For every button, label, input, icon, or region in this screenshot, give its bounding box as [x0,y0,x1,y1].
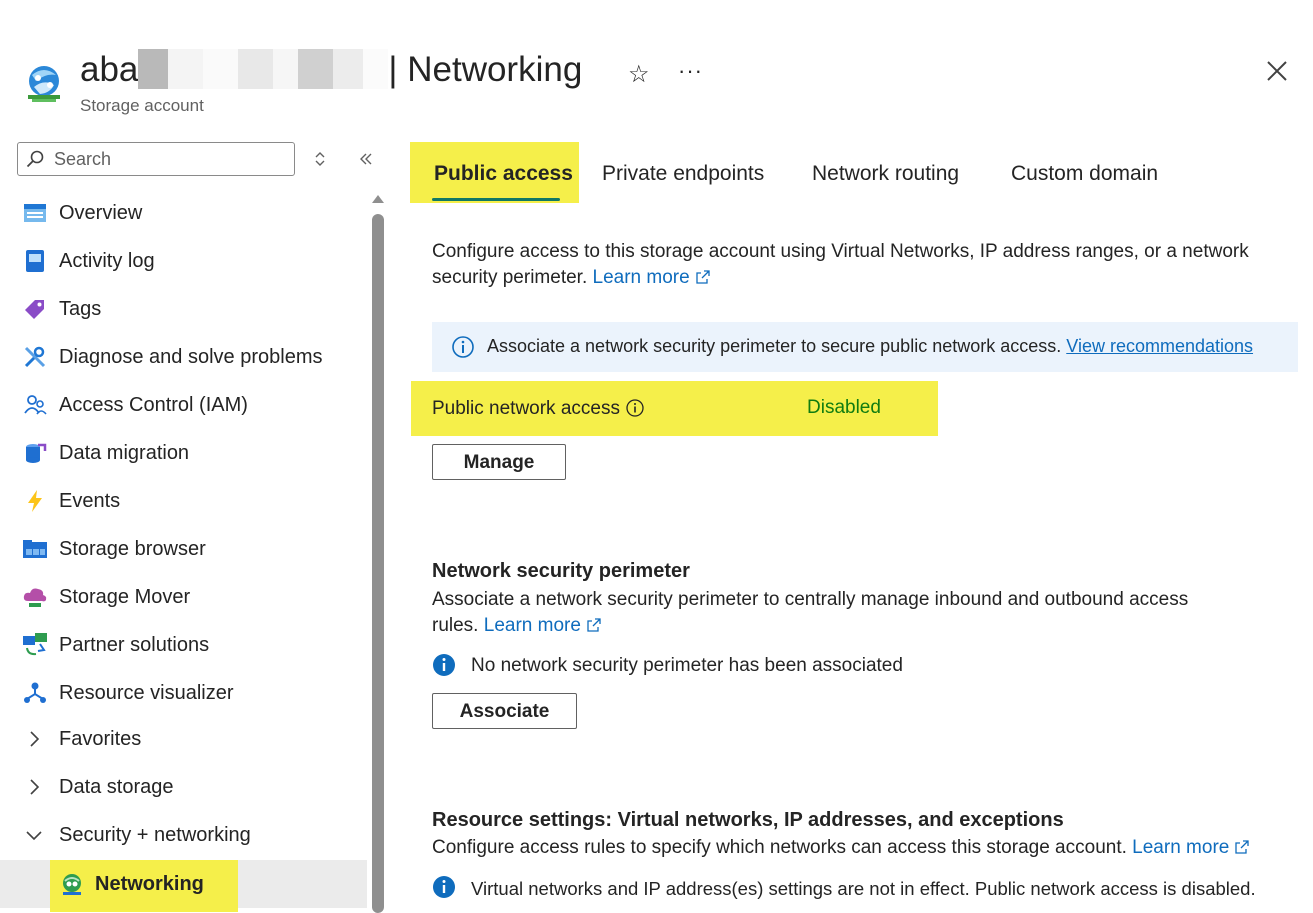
sidebar-group-favorites[interactable]: Favorites [0,715,367,763]
data-migration-icon [22,440,48,466]
blade-title: | Networking [388,50,583,89]
external-link-icon [696,270,710,284]
sidebar-item-storage-browser[interactable]: Storage browser [0,525,367,573]
sidebar-group-security-networking[interactable]: Security + networking [0,811,367,859]
intro-description: Configure access to this storage account… [432,241,1249,288]
networking-icon [59,871,85,897]
sidebar-item-activity-log[interactable]: Activity log [0,237,367,285]
public-network-access-status: Disabled [807,397,881,418]
public-network-access-label: Public network access [432,398,644,420]
nsp-status-text: No network security perimeter has been a… [471,655,903,676]
tab-custom-domain[interactable]: Custom domain [1011,162,1158,186]
resource-settings-description: Configure access rules to specify which … [432,835,1249,861]
nsp-learn-more-link[interactable]: Learn more [484,615,601,636]
view-recommendations-link[interactable]: View recommendations [1066,336,1253,356]
chevron-right-icon [30,779,40,795]
tab-public-access[interactable]: Public access [434,162,573,186]
lightning-icon [22,488,48,514]
redacted-name [138,49,389,89]
banner-text: Associate a network security perimeter t… [487,336,1062,356]
cloud-icon [22,584,48,610]
associate-button[interactable]: Associate [432,693,577,729]
chevron-right-icon [30,731,40,747]
nsp-heading: Network security perimeter [432,560,690,582]
external-link-icon [1235,840,1249,854]
resource-type: Storage account [80,96,204,115]
resource-settings-learn-more-link[interactable]: Learn more [1132,837,1249,858]
scroll-up-arrow-icon[interactable] [372,195,384,203]
storage-browser-icon [22,536,48,562]
info-icon[interactable] [626,399,644,417]
sidebar-item-overview[interactable]: Overview [0,189,367,237]
sidebar-item-partner-solutions[interactable]: Partner solutions [0,621,367,669]
info-filled-icon [433,876,455,898]
collapse-sidebar-icon[interactable] [358,151,374,167]
sidebar-item-networking[interactable]: Networking [0,860,367,912]
hierarchy-icon [22,680,48,706]
active-tab-indicator [432,198,560,201]
info-icon [452,336,474,358]
external-link-icon [587,618,601,632]
search-icon [26,150,44,168]
tag-icon [22,296,48,322]
tab-private-endpoints[interactable]: Private endpoints [602,162,764,186]
activity-log-icon [22,248,48,274]
search-input[interactable]: Search [17,142,295,176]
page-title: aba | Networking [80,48,582,92]
wrench-icon [22,344,48,370]
sidebar-item-iam[interactable]: Access Control (IAM) [0,381,367,429]
resource-settings-heading: Resource settings: Virtual networks, IP … [432,809,1064,831]
sidebar-group-data-storage[interactable]: Data storage [0,763,367,811]
overview-icon [22,200,48,226]
tab-network-routing[interactable]: Network routing [812,162,959,186]
sidebar-item-events[interactable]: Events [0,477,367,525]
storage-networking-icon [22,61,66,105]
search-placeholder: Search [54,149,112,169]
partner-icon [22,632,48,658]
scrollbar-thumb[interactable] [372,214,384,913]
nsp-description: Associate a network security perimeter t… [432,589,1189,636]
nsp-recommendation-banner: Associate a network security perimeter t… [432,322,1298,372]
info-filled-icon [433,654,455,676]
sidebar-item-diagnose[interactable]: Diagnose and solve problems [0,333,367,381]
close-icon[interactable] [1262,56,1292,86]
resource-name: aba [80,50,139,89]
manage-button[interactable]: Manage [432,444,566,480]
sidebar-item-tags[interactable]: Tags [0,285,367,333]
people-icon [22,392,48,418]
intro-learn-more-link[interactable]: Learn more [593,267,710,288]
resource-settings-status-text: Virtual networks and IP address(es) sett… [471,878,1256,899]
chevron-down-icon [26,831,42,841]
favorite-star-icon[interactable]: ☆ [628,60,650,89]
sidebar-item-data-migration[interactable]: Data migration [0,429,367,477]
sidebar-item-storage-mover[interactable]: Storage Mover [0,573,367,621]
sidebar-item-resource-visualizer[interactable]: Resource visualizer [0,669,367,717]
sort-updown-icon[interactable] [312,151,328,167]
more-options-icon[interactable]: ··· [678,58,703,84]
